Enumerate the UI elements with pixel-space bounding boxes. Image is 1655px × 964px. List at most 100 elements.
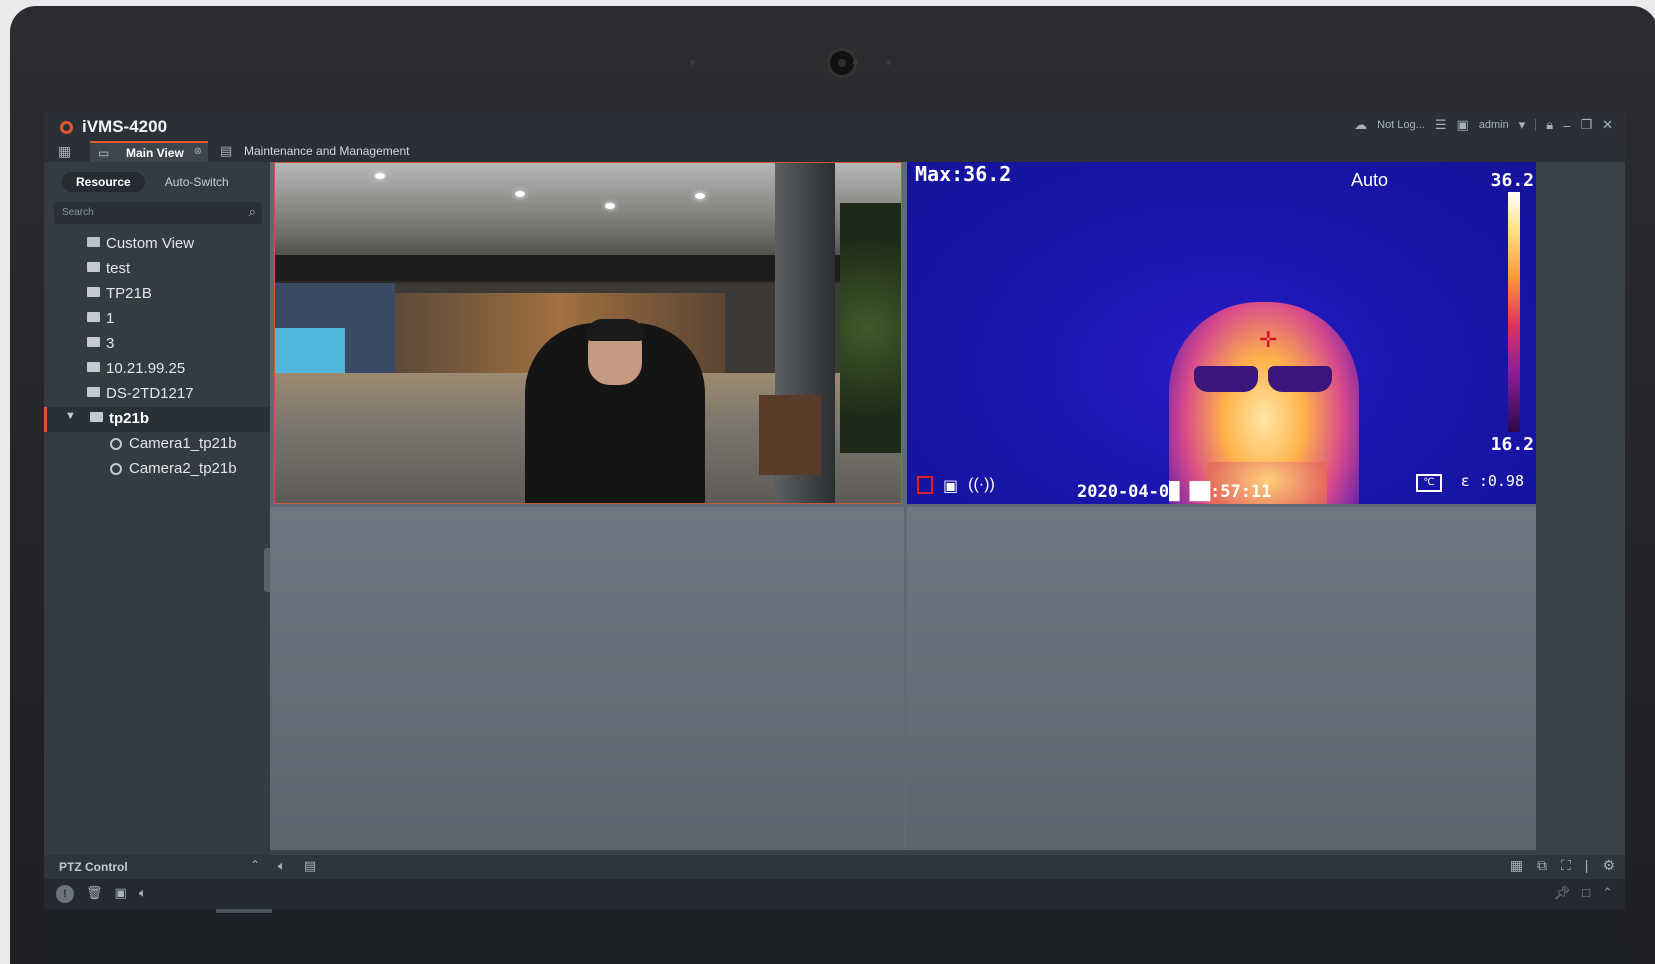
resource-sidebar: Resource Auto-Switch Search ⌕ Custom Vie… bbox=[44, 162, 270, 855]
volume-icon[interactable]: 🔈︎ bbox=[278, 858, 286, 874]
trash-icon[interactable]: 🗑︎ bbox=[86, 885, 103, 903]
celsius-unit-icon: ℃ bbox=[1416, 474, 1442, 492]
folder-icon bbox=[87, 262, 100, 272]
grid-icon[interactable]: ▦ bbox=[58, 143, 71, 160]
chevron-up-icon[interactable]: ⌃ bbox=[250, 858, 260, 872]
tab-close-icon[interactable]: ⊗ bbox=[194, 146, 202, 157]
user-menu[interactable]: admin bbox=[1479, 119, 1509, 131]
picture-icon[interactable]: ▣ bbox=[115, 885, 127, 903]
fullscreen-icon[interactable]: ⛶ bbox=[1561, 857, 1571, 874]
tree-item-3[interactable]: 3 bbox=[44, 332, 270, 357]
status-bar: ! 🗑︎ ▣ 🔈︎ 📌︎ □ ⌃ bbox=[44, 879, 1625, 909]
scene-plant bbox=[840, 203, 901, 453]
lock-icon[interactable]: 🔒︎ bbox=[1546, 117, 1553, 133]
layout-icon[interactable]: ▦ bbox=[1510, 857, 1523, 874]
folder-icon bbox=[87, 337, 100, 347]
video-window-2-thermal[interactable]: ✛ Max:36.2 Auto 36.2 16.2 ▣ ((·)) 2020-0… bbox=[907, 162, 1536, 504]
chevron-down-icon[interactable]: ▼ bbox=[65, 410, 76, 422]
search-icon[interactable]: ⌕ bbox=[249, 204, 256, 220]
tree-item-custom-view[interactable]: Custom View bbox=[44, 232, 270, 257]
thermal-glasses bbox=[1194, 366, 1332, 392]
thermal-timestamp: 2020-04-0█ ██:57:11 bbox=[1077, 482, 1272, 502]
view-icon bbox=[87, 237, 100, 247]
gear-icon[interactable]: ⚙ bbox=[1602, 857, 1615, 874]
tree-item-label: Camera2_tp21b bbox=[129, 460, 237, 477]
cloud-icon[interactable]: ☁ bbox=[1354, 117, 1367, 133]
alarm-icon[interactable]: ! bbox=[56, 885, 74, 903]
maintenance-icon[interactable]: ▤ bbox=[220, 143, 232, 159]
tree-item-ip[interactable]: 10.21.99.25 bbox=[44, 357, 270, 382]
save-icon[interactable]: ▤ bbox=[304, 858, 316, 874]
camera-icon: ▭ bbox=[98, 146, 110, 160]
tree-item-label: Camera1_tp21b bbox=[129, 435, 237, 452]
minimize-icon[interactable]: – bbox=[1563, 118, 1570, 133]
thermal-osd-icons: ▣ ((·)) bbox=[917, 476, 995, 496]
scene-light bbox=[605, 203, 615, 209]
tree-item-tp21b[interactable]: ▼ tp21b bbox=[44, 407, 270, 432]
taskbar-indicator bbox=[216, 909, 272, 913]
record-icon bbox=[917, 476, 933, 494]
sound-icon[interactable]: 🔈︎ bbox=[139, 885, 147, 903]
tree-item-camera2[interactable]: Camera2_tp21b bbox=[44, 457, 270, 482]
app-logo-icon bbox=[60, 121, 73, 134]
tree-item-camera1[interactable]: Camera1_tp21b bbox=[44, 432, 270, 457]
cloud-status[interactable]: Not Log... bbox=[1377, 119, 1425, 131]
folder-icon bbox=[87, 387, 100, 397]
segment-resource[interactable]: Resource bbox=[62, 172, 145, 192]
toolbar-right: ▦ ⧉ ⛶ | ⚙ bbox=[1510, 857, 1615, 874]
video-window-4[interactable] bbox=[907, 507, 1536, 850]
tree-item-label: 1 bbox=[106, 310, 115, 327]
close-icon[interactable]: ✕ bbox=[1602, 117, 1613, 133]
video-window-3[interactable] bbox=[270, 507, 904, 850]
scene-shelf bbox=[759, 395, 821, 475]
tab-maintenance[interactable]: Maintenance and Management bbox=[244, 144, 409, 158]
image-icon[interactable]: ▣ bbox=[1456, 117, 1468, 133]
thermal-mode: Auto bbox=[1351, 170, 1389, 190]
divider bbox=[1535, 119, 1537, 131]
video-window-1[interactable] bbox=[274, 162, 902, 504]
tab-main-view[interactable]: ▭ Main View ⊗ bbox=[90, 141, 208, 162]
scene-person-hair bbox=[586, 319, 644, 341]
crosshair-icon: ✛ bbox=[1259, 327, 1278, 352]
thermal-scale-high: 36.2 bbox=[1490, 170, 1534, 191]
sd-card-icon: ▣ bbox=[943, 478, 959, 495]
tree-item-test[interactable]: test bbox=[44, 257, 270, 282]
folder-icon bbox=[87, 287, 100, 297]
tree-item-ds-2td1217[interactable]: DS-2TD1217 bbox=[44, 382, 270, 407]
window-controls: ☁ Not Log... ☰ ▣ admin ▾ 🔒︎ – ❐ ✕ bbox=[1354, 117, 1613, 133]
segment-auto-switch[interactable]: Auto-Switch bbox=[151, 172, 243, 192]
signal-icon: ((·)) bbox=[968, 476, 995, 493]
camera-icon bbox=[110, 438, 122, 450]
pin-icon[interactable]: 📌︎ bbox=[1554, 885, 1571, 901]
restore-icon[interactable]: □ bbox=[1582, 885, 1590, 901]
list-icon[interactable]: ☰ bbox=[1435, 117, 1447, 133]
window-icon[interactable]: ⧉ bbox=[1537, 857, 1547, 874]
bezel-dot bbox=[886, 60, 891, 65]
tree-item-label: Custom View bbox=[106, 235, 195, 252]
restore-icon[interactable]: ❐ bbox=[1580, 117, 1592, 133]
search-input[interactable]: Search ⌕ bbox=[54, 202, 262, 224]
camera-icon bbox=[110, 463, 122, 475]
app-title: iVMS-4200 bbox=[82, 117, 168, 136]
tree-item-tp21b-upper[interactable]: TP21B bbox=[44, 282, 270, 307]
tree-item-1[interactable]: 1 bbox=[44, 307, 270, 332]
tab-label: Main View bbox=[126, 146, 184, 160]
search-placeholder: Search bbox=[62, 207, 94, 218]
thermal-color-bar bbox=[1508, 192, 1520, 432]
divider: | bbox=[1584, 857, 1589, 873]
live-view-toolbar: 🔈︎ ▤ ▦ ⧉ ⛶ | ⚙ bbox=[270, 855, 1625, 879]
resource-tree: Custom View test TP21B 1 3 10.21.99.25 D… bbox=[44, 232, 270, 482]
chevron-up-icon[interactable]: ⌃ bbox=[1602, 885, 1613, 901]
scene-light bbox=[515, 191, 525, 197]
scene-light bbox=[695, 193, 705, 199]
tree-item-label: 10.21.99.25 bbox=[106, 360, 186, 377]
thermal-max: Max:36.2 bbox=[915, 162, 1012, 186]
tree-item-label: TP21B bbox=[106, 285, 152, 302]
tree-item-label: test bbox=[106, 260, 131, 277]
status-right: 📌︎ □ ⌃ bbox=[1554, 885, 1613, 901]
folder-icon bbox=[87, 312, 100, 322]
chevron-down-icon[interactable]: ▾ bbox=[1519, 117, 1526, 133]
tree-item-label: tp21b bbox=[109, 410, 150, 427]
ptz-control-bar[interactable]: PTZ Control ⌃ bbox=[44, 855, 270, 879]
bezel-dot bbox=[853, 60, 858, 65]
